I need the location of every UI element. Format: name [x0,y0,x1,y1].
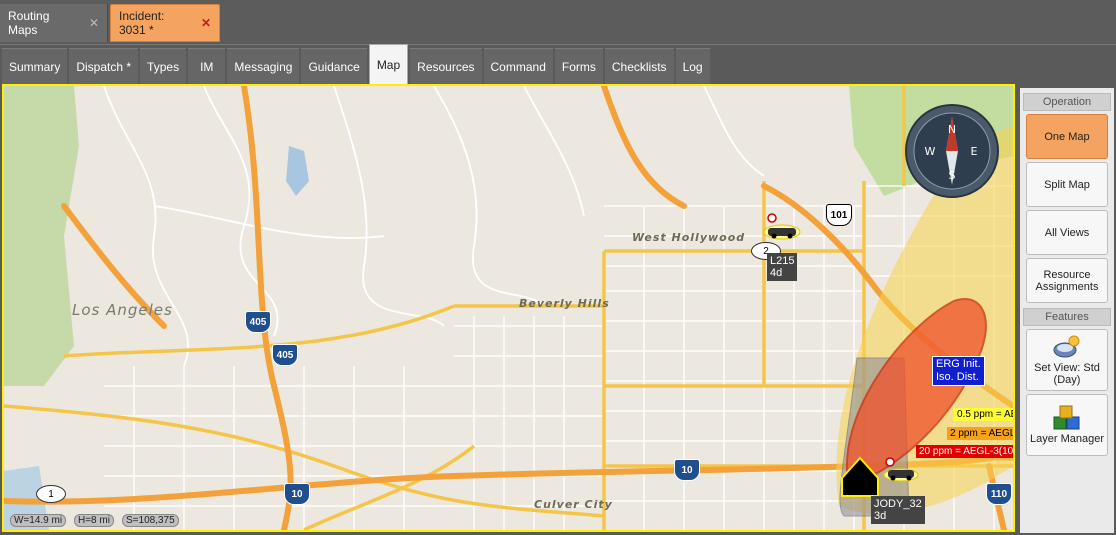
unit-age: 3d [874,510,887,522]
tab-types[interactable]: Types [140,48,187,84]
unit-label-l215[interactable]: L215 4d [767,253,798,281]
freeway-405 [241,86,294,530]
resource-assignments-button[interactable]: Resource Assignments [1026,258,1108,303]
compass-control[interactable]: N E S W [904,103,1000,199]
tab-forms[interactable]: Forms [554,48,603,84]
place-label: Beverly Hills [519,297,610,310]
interstate-shield: 10 [284,483,310,505]
tab-map[interactable]: Map [368,44,409,84]
interstate-shield: 10 [674,459,700,481]
close-icon[interactable]: ✕ [89,16,99,30]
map-marker-1[interactable]: 1 [36,485,66,503]
tab-resources[interactable]: Resources [410,48,482,84]
close-icon[interactable]: ✕ [201,16,211,30]
park-area [4,86,79,386]
status-width: W=14.9 mi [10,514,67,527]
unit-id: L215 [770,255,795,267]
one-map-button[interactable]: One Map [1026,114,1108,159]
set-view-icon [1053,335,1080,358]
place-label: Culver City [534,498,613,511]
interstate-shield: 405 [272,344,298,366]
unit-id: JODY_32 [874,498,922,510]
svg-text:N: N [948,123,956,136]
document-tab-bar: Routing Maps ✕ Incident: 3031 * ✕ [0,0,1116,44]
map-view[interactable]: Los Angeles West Hollywood Beverly Hills… [2,84,1015,532]
tab-label: Incident: 3031 * [119,9,165,37]
operation-group-title: Operation [1023,93,1111,111]
erg-line1: ERG Init. [936,358,981,370]
tab-guidance[interactable]: Guidance [301,48,367,84]
tab-log[interactable]: Log [675,48,710,84]
all-views-button[interactable]: All Views [1026,210,1108,255]
tab-summary[interactable]: Summary [2,48,68,84]
status-height: H=8 mi [74,514,114,527]
tab-im[interactable]: IM [188,48,226,84]
tab-incident[interactable]: Incident: 3031 * ✕ [110,4,220,42]
erg-isolation-label: ERG Init. Iso. Dist. [932,356,985,386]
svg-text:E: E [971,145,978,158]
tab-command[interactable]: Command [483,48,553,84]
layer-manager-icon [1053,405,1080,430]
side-panel: Operation One Map Split Map All Views Re… [1020,88,1114,533]
reservoir-icon [286,146,309,196]
set-view-label: Set View: Std (Day) [1034,362,1100,386]
interstate-shield: 110 [986,483,1012,505]
compass-icon: N E S W [905,104,999,198]
status-scale: S=108,375 [122,514,179,527]
tab-label: Routing Maps [8,9,50,37]
place-label: West Hollywood [632,231,746,244]
split-map-button[interactable]: Split Map [1026,162,1108,207]
aegl2-label: 2 ppm = AEGL-2 [947,427,1013,440]
svg-text:W: W [925,145,936,158]
erg-line2: Iso. Dist. [936,371,979,383]
layer-manager-label: Layer Manager [1030,433,1104,445]
aegl1-label: 0.5 ppm = AEGL-1 [954,408,1013,421]
tab-routing-maps[interactable]: Routing Maps ✕ [0,4,108,42]
tab-checklists[interactable]: Checklists [604,48,674,84]
place-label: Los Angeles [72,301,173,319]
unit-age: 4d [770,267,783,279]
layer-manager-button[interactable]: Layer Manager [1026,394,1108,456]
incident-nav-tabs: Summary Dispatch * Types IM Messaging Gu… [0,44,1116,84]
us-highway-shield: 101 [826,204,852,226]
interstate-shield: 405 [245,311,271,333]
tab-dispatch[interactable]: Dispatch * [69,48,139,84]
features-group-title: Features [1023,308,1111,326]
aegl3-label: 20 ppm = AEGL-3(10 min) [916,445,1013,458]
set-view-button[interactable]: Set View: Std (Day) [1026,329,1108,391]
unit-label-jody[interactable]: JODY_32 3d [871,496,925,524]
svg-text:S: S [949,169,956,182]
tab-messaging[interactable]: Messaging [227,48,300,84]
